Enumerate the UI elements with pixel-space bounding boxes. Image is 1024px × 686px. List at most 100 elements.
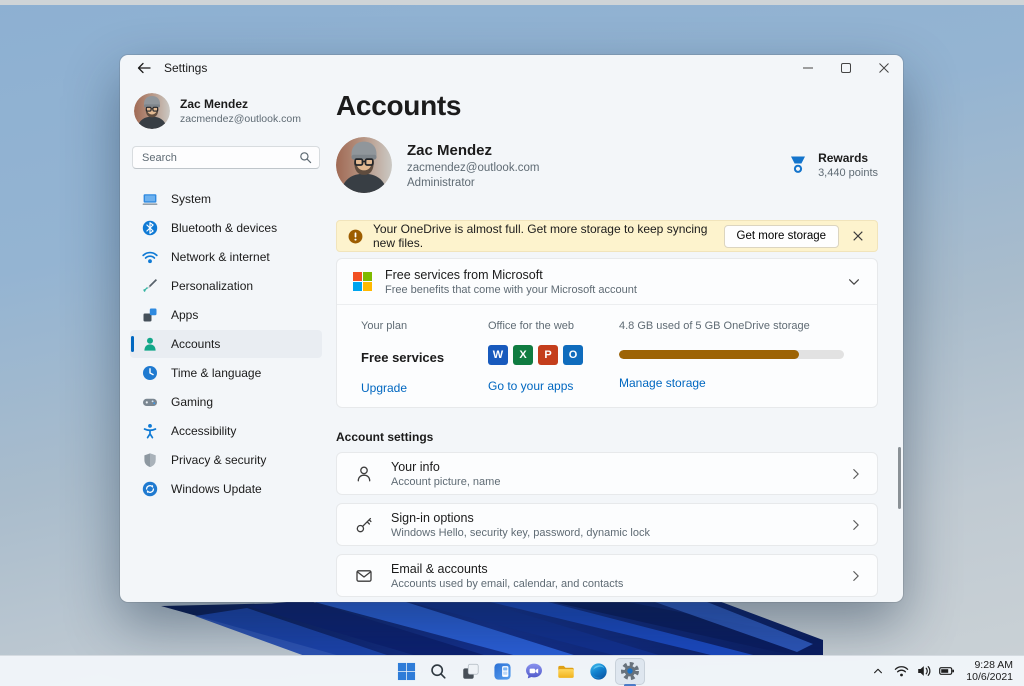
edge-icon [589, 662, 607, 680]
plan-value: Free services [361, 349, 445, 365]
services-title: Free services from Microsoft [385, 267, 543, 282]
account-settings-header: Account settings [336, 430, 434, 444]
sidebar-item-personalization[interactable]: Personalization [130, 272, 322, 300]
rewards-medal-icon [791, 156, 806, 173]
rewards-widget[interactable]: Rewards 3,440 points [787, 151, 878, 179]
word-icon[interactable]: W [488, 345, 508, 365]
profile-header: Zac Mendez zacmendez@outlook.com Adminis… [336, 136, 878, 194]
close-icon [853, 231, 863, 241]
person-icon [142, 336, 158, 352]
sidebar-user-card[interactable]: Zac Mendez zacmendez@outlook.com [130, 93, 322, 129]
wallpaper-bloom [161, 594, 823, 656]
plan-label: Your plan [361, 320, 408, 332]
microsoft-logo-icon [353, 272, 372, 291]
minimize-button[interactable] [789, 55, 827, 81]
sidebar: Zac Mendez zacmendez@outlook.com System [120, 81, 332, 602]
sidebar-item-label: System [171, 192, 212, 206]
sidebar-item-accounts[interactable]: Accounts [130, 330, 322, 358]
sidebar-item-apps[interactable]: Apps [130, 301, 322, 329]
banner-message: Your OneDrive is almost full. Get more s… [373, 222, 708, 250]
edge-button[interactable] [583, 658, 613, 685]
back-arrow-icon [137, 62, 151, 74]
profile-avatar [336, 137, 392, 193]
sidebar-item-label: Personalization [171, 279, 254, 293]
taskbar-search-button[interactable] [423, 658, 453, 685]
onedrive-banner: Your OneDrive is almost full. Get more s… [336, 220, 878, 252]
search-box [132, 146, 320, 169]
upgrade-link[interactable]: Upgrade [361, 381, 488, 395]
start-button[interactable] [391, 658, 421, 685]
main-content: Accounts Zac Mendez zacmendez@outlook.co… [332, 81, 903, 602]
chevron-right-icon [849, 569, 863, 583]
tray-wifi-icon[interactable] [893, 661, 909, 681]
close-icon [879, 63, 889, 73]
taskbar-apps [390, 657, 646, 685]
maximize-icon [841, 63, 851, 73]
outlook-icon[interactable]: O [563, 345, 583, 365]
services-subtitle: Free benefits that come with your Micros… [385, 283, 637, 296]
clock-icon [142, 365, 158, 381]
row-subtitle: Account picture, name [391, 475, 501, 488]
desktop: Settings Zac Mendez zacmendez@outlook.co… [0, 0, 1024, 686]
tray-chevron-up-icon[interactable] [870, 661, 886, 681]
powerpoint-icon[interactable]: P [538, 345, 558, 365]
file-explorer-button[interactable] [551, 658, 581, 685]
chat-icon [526, 663, 542, 679]
tray-battery-icon[interactable] [939, 661, 955, 681]
sign-in-options-row[interactable]: Sign-in options Windows Hello, security … [336, 503, 878, 546]
widgets-icon [493, 662, 511, 680]
sidebar-item-label: Accounts [171, 337, 221, 351]
banner-close-button[interactable] [847, 225, 869, 247]
back-button[interactable] [133, 59, 155, 77]
go-to-apps-link[interactable]: Go to your apps [488, 379, 619, 393]
chat-button[interactable] [519, 658, 549, 685]
get-more-storage-button[interactable]: Get more storage [723, 224, 839, 248]
sidebar-item-time-language[interactable]: Time & language [130, 359, 322, 387]
excel-icon[interactable]: X [513, 345, 533, 365]
sidebar-item-gaming[interactable]: Gaming [130, 388, 322, 416]
search-input[interactable] [132, 146, 320, 169]
page-title: Accounts [336, 90, 462, 121]
key-icon [354, 515, 374, 535]
sidebar-item-privacy[interactable]: Privacy & security [130, 446, 322, 474]
free-services-expander[interactable]: Free services from Microsoft Free benefi… [337, 259, 877, 305]
maximize-button[interactable] [827, 55, 865, 81]
warning-icon [348, 229, 363, 243]
row-subtitle: Accounts used by email, calendar, and co… [391, 577, 624, 590]
services-detail: Your plan Free services Upgrade Office f… [337, 305, 877, 395]
chevron-right-icon [849, 467, 863, 481]
minimize-icon [803, 67, 813, 69]
row-title: Your info [391, 459, 440, 474]
sidebar-item-bluetooth[interactable]: Bluetooth & devices [130, 214, 322, 242]
sidebar-item-accessibility[interactable]: Accessibility [130, 417, 322, 445]
sidebar-item-system[interactable]: System [130, 185, 322, 213]
clock-time: 9:28 AM [974, 658, 1013, 671]
bluetooth-icon [142, 220, 158, 236]
task-view-button[interactable] [455, 658, 485, 685]
sidebar-item-label: Windows Update [171, 482, 262, 496]
profile-email: zacmendez@outlook.com [407, 161, 540, 174]
sidebar-item-label: Time & language [171, 366, 262, 380]
taskbar: 9:28 AM 10/6/2021 [0, 655, 1024, 686]
settings-taskbar-button[interactable] [615, 657, 645, 685]
your-info-row[interactable]: Your info Account picture, name [336, 452, 878, 495]
email-accounts-row[interactable]: Email & accounts Accounts used by email,… [336, 554, 878, 597]
window-title: Settings [164, 61, 208, 75]
taskbar-clock[interactable]: 9:28 AM 10/6/2021 [966, 659, 1013, 684]
search-icon [300, 152, 312, 164]
user-avatar [134, 93, 170, 129]
window-scrollbar[interactable] [898, 447, 901, 509]
sidebar-item-network[interactable]: Network & internet [130, 243, 322, 271]
tray-volume-icon[interactable] [916, 661, 932, 681]
free-services-card: Free services from Microsoft Free benefi… [336, 258, 878, 408]
sidebar-item-windows-update[interactable]: Windows Update [130, 475, 322, 503]
manage-storage-link[interactable]: Manage storage [619, 376, 853, 390]
office-app-icons: W X P O [488, 344, 619, 366]
sidebar-user-name: Zac Mendez [180, 97, 249, 111]
storage-progress-bar [619, 350, 844, 359]
apps-icon [142, 307, 158, 323]
close-button[interactable] [865, 55, 903, 81]
row-title: Email & accounts [391, 561, 488, 576]
sidebar-item-label: Gaming [171, 395, 214, 409]
widgets-button[interactable] [487, 658, 517, 685]
